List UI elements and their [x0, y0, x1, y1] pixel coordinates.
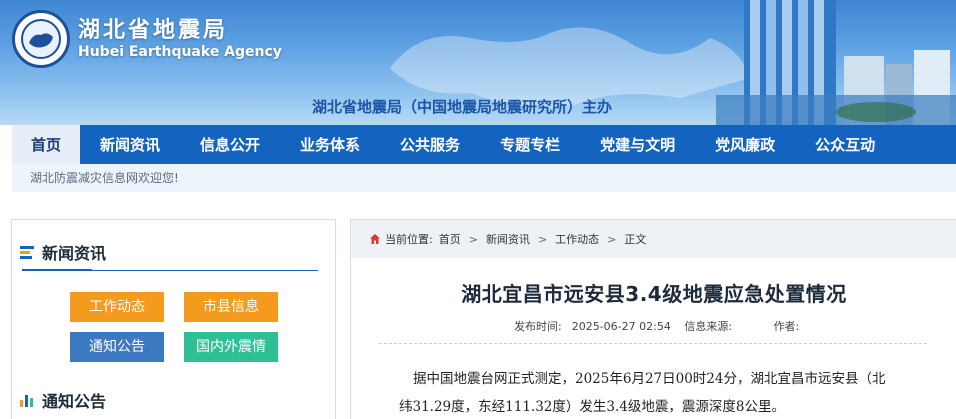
source-label: 信息来源:: [684, 320, 733, 333]
section-divider: [22, 269, 318, 271]
publish-time-label: 发布时间:: [514, 320, 562, 333]
bar-chart-icon: [20, 395, 33, 407]
article-paragraph-line: 纬31.29度，东经111.32度）发生3.4级地震，震源深度8公里。: [399, 399, 785, 415]
breadcrumb-work-news[interactable]: 工作动态: [555, 231, 599, 247]
agency-seal-icon[interactable]: [12, 10, 70, 68]
author-label: 作者:: [773, 320, 800, 333]
sidebar-section-header: 新闻资讯: [20, 240, 106, 264]
work-news-button[interactable]: 工作动态: [70, 292, 164, 322]
sidebar-section2-title: 通知公告: [42, 392, 107, 411]
sidebar-section-title: 新闻资讯: [42, 244, 107, 263]
article-title: 湖北宜昌市远安县3.4级地震应急处置情况: [461, 282, 847, 306]
notices-button[interactable]: 通知公告: [70, 332, 164, 362]
breadcrumb-prefix: 当前位置:: [385, 233, 433, 246]
article-body: 据中国地震台网正式测定，2025年6月27日00时24分，湖北宜昌市远安县（北 …: [399, 365, 933, 419]
breadcrumb-separator: >: [537, 232, 548, 246]
publish-time: 2025-06-27 02:54: [571, 320, 671, 333]
nav-item-business-system[interactable]: 业务体系: [280, 125, 380, 164]
map-watermark: [390, 27, 750, 108]
breadcrumb-home[interactable]: 首页: [439, 231, 461, 247]
nav-item-public-interaction[interactable]: 公众互动: [795, 125, 895, 164]
article-paragraph-line: 据中国地震台网正式测定，2025年6月27日00时24分，湖北宜昌市远安县（北: [413, 371, 886, 387]
nav-item-info-disclosure[interactable]: 信息公开: [180, 125, 280, 164]
nav-item-integrity[interactable]: 党风廉政: [695, 125, 795, 164]
meta-divider: [379, 343, 927, 344]
city-county-info-button[interactable]: 市县信息: [184, 292, 278, 322]
nav-item-home[interactable]: 首页: [12, 125, 80, 164]
breadcrumb-current: 正文: [624, 233, 647, 246]
breadcrumb-separator: >: [468, 232, 478, 246]
earthquake-situation-button[interactable]: 国内外震情: [184, 332, 278, 362]
site-banner: 湖北省地震局 Hubei Earthquake Agency 湖北省地震局（中国…: [0, 0, 956, 125]
article-panel: 当前位置: 首页 > 新闻资讯 > 工作动态 > 正文 湖北宜昌市远安县3.4级…: [350, 219, 956, 419]
article-meta: 发布时间: 2025-06-27 02:54 信息来源: 作者:: [514, 318, 819, 334]
nav-item-public-service[interactable]: 公共服务: [380, 125, 480, 164]
sponsor-text: 湖北省地震局（中国地震局地震研究所）主办: [312, 98, 613, 116]
breadcrumb-separator: >: [607, 232, 617, 246]
welcome-bar: 湖北防震减灾信息网欢迎您!: [12, 164, 956, 192]
sidebar-section2-header: 通知公告: [20, 388, 106, 412]
nav-item-news[interactable]: 新闻资讯: [80, 125, 180, 164]
nav-item-party-building[interactable]: 党建与文明: [580, 125, 695, 164]
list-icon: [20, 246, 34, 259]
site-name-cn[interactable]: 湖北省地震局: [78, 12, 228, 44]
breadcrumb-news[interactable]: 新闻资讯: [486, 231, 530, 247]
skyline-illustration: [716, 0, 956, 125]
breadcrumb: 当前位置: 首页 > 新闻资讯 > 工作动态 > 正文: [351, 220, 956, 258]
site-name-en[interactable]: Hubei Earthquake Agency: [78, 44, 282, 60]
nav-item-special-topics[interactable]: 专题专栏: [480, 125, 580, 164]
main-nav: 首页 新闻资讯 信息公开 业务体系 公共服务 专题专栏 党建与文明 党风廉政 公…: [12, 125, 956, 164]
home-icon: [370, 234, 380, 244]
sidebar: 新闻资讯 工作动态 市县信息 通知公告 国内外震情 通知公告: [11, 219, 336, 419]
